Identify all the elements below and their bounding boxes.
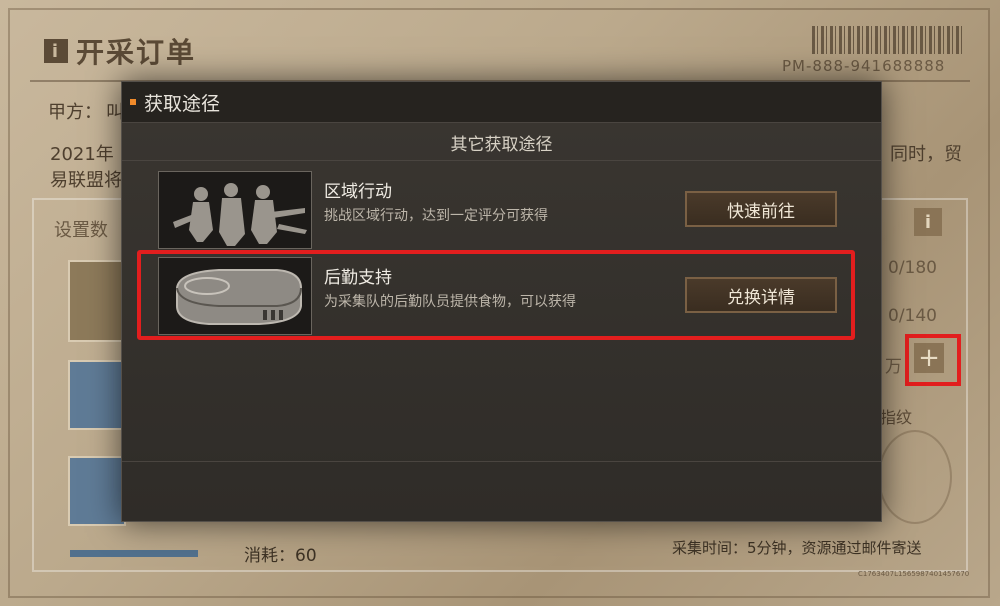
description-line1-left: 2021年 — [50, 144, 114, 165]
barcode-graphic — [812, 26, 964, 54]
route-name: 区域行动 — [324, 182, 392, 202]
subtitle-divider — [122, 160, 881, 161]
route-description: 挑战区域行动，达到一定评分可获得 — [324, 208, 548, 224]
highlight-add-button — [905, 334, 961, 386]
resource-counter-2: 0/140 — [888, 306, 937, 326]
fingerprint-graphic[interactable] — [878, 430, 952, 524]
header-accent-icon — [130, 99, 136, 105]
page-title: i 开采订单 — [44, 34, 197, 69]
modal-title: 获取途径 — [144, 92, 221, 115]
unit-label: 万 — [885, 357, 902, 377]
progress-bar — [70, 550, 198, 557]
settings-label: 设置数 — [54, 220, 108, 241]
consume-cost: 消耗：60 — [244, 546, 317, 566]
description-line1-right: 同时，贸 — [890, 144, 962, 165]
info-icon: i — [44, 39, 68, 63]
resource-thumb-2 — [68, 360, 126, 430]
order-number: PM-888-941688888 — [782, 57, 946, 75]
modal-footer-divider — [122, 461, 881, 462]
document-code: C1763407L1565987401457670 — [858, 570, 970, 578]
route-item-regional-action: 区域行动 挑战区域行动，达到一定评分可获得 快速前往 — [158, 171, 848, 251]
highlight-logistics-route — [137, 250, 855, 340]
resource-thumb-1 — [68, 260, 126, 342]
collect-time-text: 采集时间：5分钟，资源通过邮件寄送 — [672, 539, 922, 557]
info-button[interactable]: i — [914, 208, 942, 236]
description-line2-left: 易联盟将 — [50, 170, 122, 191]
fingerprint-label: 指纹 — [880, 408, 913, 427]
soldiers-icon — [158, 171, 312, 249]
quick-go-button[interactable]: 快速前往 — [685, 191, 837, 227]
modal-header: 获取途径 — [122, 82, 881, 123]
resource-thumb-3 — [68, 456, 126, 526]
resource-counter-1: 0/180 — [888, 258, 937, 278]
modal-subtitle: 其它获取途径 — [450, 135, 553, 155]
party-a-label: 甲方： — [48, 102, 102, 123]
page-title-text: 开采订单 — [76, 36, 197, 69]
